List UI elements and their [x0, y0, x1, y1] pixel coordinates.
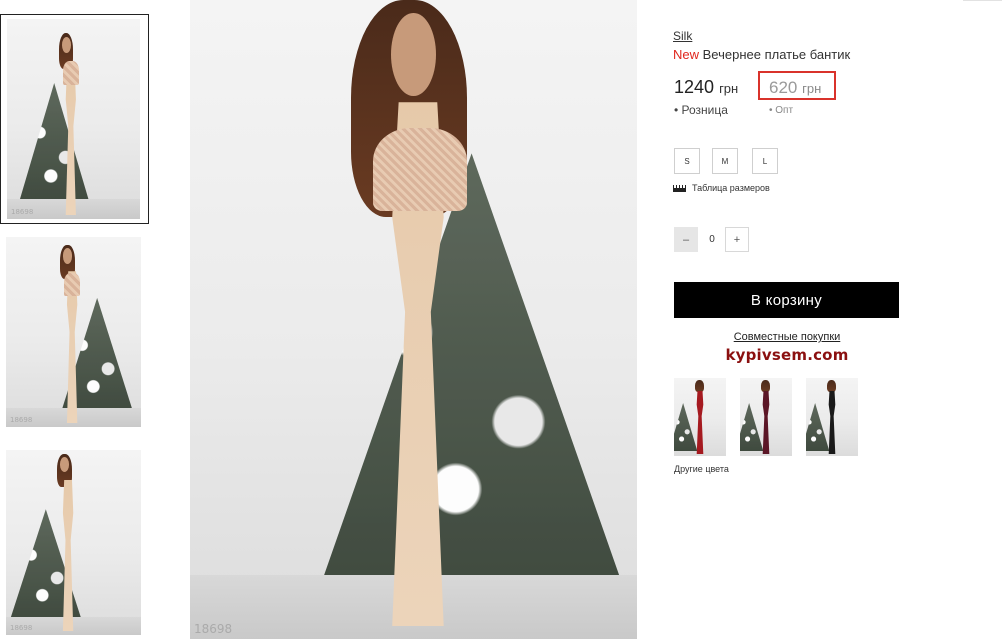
joint-purchases-link[interactable]: Совместные покупки [673, 331, 901, 343]
top-divider [963, 0, 1002, 1]
color-variant-photo [674, 378, 726, 456]
brand-link[interactable]: Silk [673, 29, 692, 43]
color-variant-black[interactable] [806, 378, 858, 456]
gallery-thumbnail-3[interactable]: 18698 [0, 446, 149, 639]
thumbnail-code: 18698 [10, 624, 33, 632]
other-colors-label: Другие цвета [674, 464, 729, 474]
size-l-button[interactable]: L [752, 148, 778, 174]
gallery-thumbnail-1[interactable]: 18698 [0, 14, 149, 224]
wholesale-price-value: 620 [769, 78, 798, 97]
color-variant-photo [740, 378, 792, 456]
size-table-label: Таблица размеров [692, 183, 770, 193]
retail-currency: грн [719, 81, 739, 96]
retail-price-value: 1240 [674, 77, 715, 97]
quantity-value[interactable]: 0 [703, 234, 721, 245]
product-title: New Вечернее платье бантик [673, 47, 850, 62]
thumbnail-photo: 18698 [6, 450, 141, 635]
product-name: Вечернее платье бантик [702, 47, 851, 62]
lace-bodice [373, 127, 468, 211]
wholesale-currency: грн [802, 81, 822, 96]
kypivsem-logo[interactable]: kypivsem.com [673, 346, 901, 364]
add-to-cart-button[interactable]: В корзину [674, 282, 899, 318]
model-head [391, 12, 436, 96]
color-variant-red[interactable] [674, 378, 726, 456]
thumbnail-code: 18698 [11, 208, 34, 216]
retail-price: 1240 грн [674, 77, 738, 98]
retail-label: • Розница [674, 103, 728, 117]
thumbnail-photo: 18698 [7, 19, 140, 219]
wholesale-label: • Опт [769, 105, 794, 116]
christmas-tree [315, 153, 629, 601]
ruler-icon [673, 184, 686, 192]
color-variant-photo [806, 378, 858, 456]
main-image-code: 18698 [194, 622, 233, 636]
new-badge: New [673, 47, 700, 62]
quantity-increase-button[interactable]: + [725, 227, 749, 252]
gallery-thumbnail-2[interactable]: 18698 [0, 233, 149, 431]
size-table-link[interactable]: Таблица размеров [673, 183, 770, 193]
size-m-button[interactable]: M [712, 148, 738, 174]
size-s-button[interactable]: S [674, 148, 700, 174]
wholesale-price: 620 грн [769, 78, 821, 98]
color-variant-burgundy[interactable] [740, 378, 792, 456]
thumbnail-photo: 18698 [6, 237, 141, 427]
thumbnail-code: 18698 [10, 416, 33, 424]
main-product-image[interactable]: 18698 [190, 0, 637, 639]
quantity-decrease-button[interactable]: – [674, 227, 698, 252]
